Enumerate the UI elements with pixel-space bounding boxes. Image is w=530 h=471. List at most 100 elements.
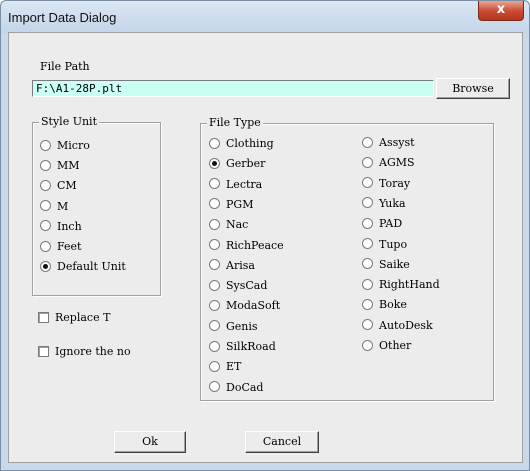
radio-option-label: SilkRoad bbox=[226, 340, 276, 353]
file-type-option-agms[interactable]: AGMS bbox=[362, 156, 415, 170]
radio-option-label: Assyst bbox=[379, 136, 415, 149]
radio-option-label: RichPeace bbox=[226, 238, 284, 252]
file-type-option-assyst[interactable]: Assyst bbox=[362, 136, 415, 150]
radio-button-icon[interactable] bbox=[362, 258, 373, 270]
radio-option-label: Arisa bbox=[226, 258, 255, 272]
radio-button-icon[interactable] bbox=[40, 260, 51, 272]
radio-button-icon[interactable] bbox=[362, 298, 373, 310]
radio-option-label: Yuka bbox=[379, 196, 406, 210]
file-type-option-richpeace[interactable]: RichPeace bbox=[209, 239, 284, 253]
radio-option-label: ModaSoft bbox=[226, 299, 281, 313]
radio-button-icon[interactable] bbox=[362, 217, 373, 229]
radio-button-icon[interactable] bbox=[209, 218, 220, 230]
radio-button-icon[interactable] bbox=[40, 200, 51, 212]
radio-button-icon[interactable] bbox=[362, 177, 373, 189]
radio-button-icon[interactable] bbox=[209, 259, 220, 271]
file-type-option-nac[interactable]: Nac bbox=[209, 218, 248, 232]
radio-button-icon[interactable] bbox=[209, 340, 220, 352]
radio-option-label: Toray bbox=[379, 176, 411, 190]
file-type-option-autodesk[interactable]: AutoDesk bbox=[362, 319, 433, 333]
radio-button-icon[interactable] bbox=[209, 198, 220, 210]
style-unit-option-feet[interactable]: Feet bbox=[40, 240, 81, 254]
radio-option-label: Inch bbox=[57, 219, 82, 233]
radio-button-icon[interactable] bbox=[209, 320, 220, 332]
file-type-option-yuka[interactable]: Yuka bbox=[362, 197, 406, 211]
radio-button-icon[interactable] bbox=[362, 319, 373, 331]
style-unit-option-cm[interactable]: CM bbox=[40, 179, 77, 193]
radio-button-icon[interactable] bbox=[209, 178, 220, 190]
radio-option-label: SysCad bbox=[226, 279, 268, 293]
browse-button[interactable]: Browse bbox=[436, 78, 510, 99]
style-unit-option-m[interactable]: M bbox=[40, 200, 68, 214]
radio-option-label: Clothing bbox=[226, 137, 274, 150]
radio-option-label: Nac bbox=[226, 218, 249, 232]
radio-option-label: ET bbox=[226, 360, 242, 374]
ignore-checkbox[interactable] bbox=[38, 346, 49, 357]
radio-button-icon[interactable] bbox=[40, 179, 51, 191]
style-unit-option-default-unit[interactable]: Default Unit bbox=[40, 260, 126, 274]
radio-button-icon[interactable] bbox=[40, 159, 51, 171]
style-unit-option-inch[interactable]: Inch bbox=[40, 220, 82, 234]
title-bar[interactable]: Import Data Dialog x bbox=[1, 1, 529, 33]
radio-button-icon[interactable] bbox=[362, 238, 373, 249]
radio-button-icon[interactable] bbox=[362, 197, 373, 209]
radio-button-icon[interactable] bbox=[40, 220, 51, 232]
radio-option-label: Lectra bbox=[226, 177, 263, 191]
style-unit-option-mm[interactable]: MM bbox=[40, 159, 80, 173]
radio-button-icon[interactable] bbox=[40, 240, 51, 252]
ok-button[interactable]: Ok bbox=[114, 431, 186, 453]
radio-option-label: MM bbox=[57, 159, 80, 173]
file-path-label: File Path bbox=[40, 60, 90, 73]
file-type-option-boke[interactable]: Boke bbox=[362, 298, 407, 312]
radio-option-label: Feet bbox=[57, 240, 82, 253]
close-button[interactable]: x bbox=[478, 1, 524, 21]
replace-checkbox[interactable] bbox=[38, 312, 49, 323]
radio-button-icon[interactable] bbox=[209, 381, 220, 393]
file-type-option-toray[interactable]: Toray bbox=[362, 177, 410, 191]
file-type-option-righthand[interactable]: RightHand bbox=[362, 278, 440, 292]
radio-button-icon[interactable] bbox=[209, 137, 220, 149]
radio-button-icon[interactable] bbox=[209, 157, 220, 169]
radio-option-label: M bbox=[57, 199, 69, 213]
file-type-option-syscad[interactable]: SysCad bbox=[209, 279, 267, 293]
file-type-option-gerber[interactable]: Gerber bbox=[209, 157, 265, 171]
radio-option-label: AutoDesk bbox=[379, 318, 433, 332]
file-type-legend: File Type bbox=[207, 116, 263, 129]
radio-option-label: Genis bbox=[226, 319, 258, 333]
file-type-option-pad[interactable]: PAD bbox=[362, 217, 402, 231]
file-type-option-other[interactable]: Other bbox=[362, 339, 411, 353]
file-type-option-et[interactable]: ET bbox=[209, 360, 241, 374]
close-icon: x bbox=[496, 2, 506, 17]
radio-button-icon[interactable] bbox=[209, 279, 220, 291]
radio-button-icon[interactable] bbox=[209, 299, 220, 311]
radio-button-icon[interactable] bbox=[209, 239, 220, 250]
cancel-button[interactable]: Cancel bbox=[245, 431, 319, 453]
radio-button-icon[interactable] bbox=[362, 156, 373, 168]
file-type-option-saike[interactable]: Saike bbox=[362, 258, 410, 272]
radio-button-icon[interactable] bbox=[362, 339, 373, 351]
radio-button-icon[interactable] bbox=[362, 136, 373, 148]
radio-option-label: PAD bbox=[379, 217, 403, 231]
file-type-option-lectra[interactable]: Lectra bbox=[209, 178, 262, 192]
window-title: Import Data Dialog bbox=[8, 10, 117, 25]
radio-option-label: PGM bbox=[226, 197, 254, 211]
file-type-option-silkroad[interactable]: SilkRoad bbox=[209, 340, 276, 354]
radio-button-icon[interactable] bbox=[362, 278, 373, 290]
radio-option-label: Micro bbox=[57, 139, 90, 152]
file-type-option-arisa[interactable]: Arisa bbox=[209, 259, 255, 273]
radio-button-icon[interactable] bbox=[40, 139, 51, 151]
file-type-option-tupo[interactable]: Tupo bbox=[362, 238, 407, 252]
file-path-input[interactable]: F:\A1-28P.plt bbox=[32, 80, 434, 97]
radio-option-label: Gerber bbox=[226, 157, 266, 171]
radio-button-icon[interactable] bbox=[209, 360, 220, 372]
replace-label: Replace T bbox=[55, 311, 111, 324]
file-type-option-docad[interactable]: DoCad bbox=[209, 381, 263, 395]
radio-option-label: CM bbox=[57, 179, 77, 193]
style-unit-option-micro[interactable]: Micro bbox=[40, 139, 90, 153]
radio-option-label: Saike bbox=[379, 257, 410, 271]
file-type-option-modasoft[interactable]: ModaSoft bbox=[209, 299, 280, 313]
file-type-option-genis[interactable]: Genis bbox=[209, 320, 258, 334]
file-type-option-clothing[interactable]: Clothing bbox=[209, 137, 274, 151]
radio-option-label: DoCad bbox=[226, 380, 264, 394]
file-type-option-pgm[interactable]: PGM bbox=[209, 198, 253, 212]
